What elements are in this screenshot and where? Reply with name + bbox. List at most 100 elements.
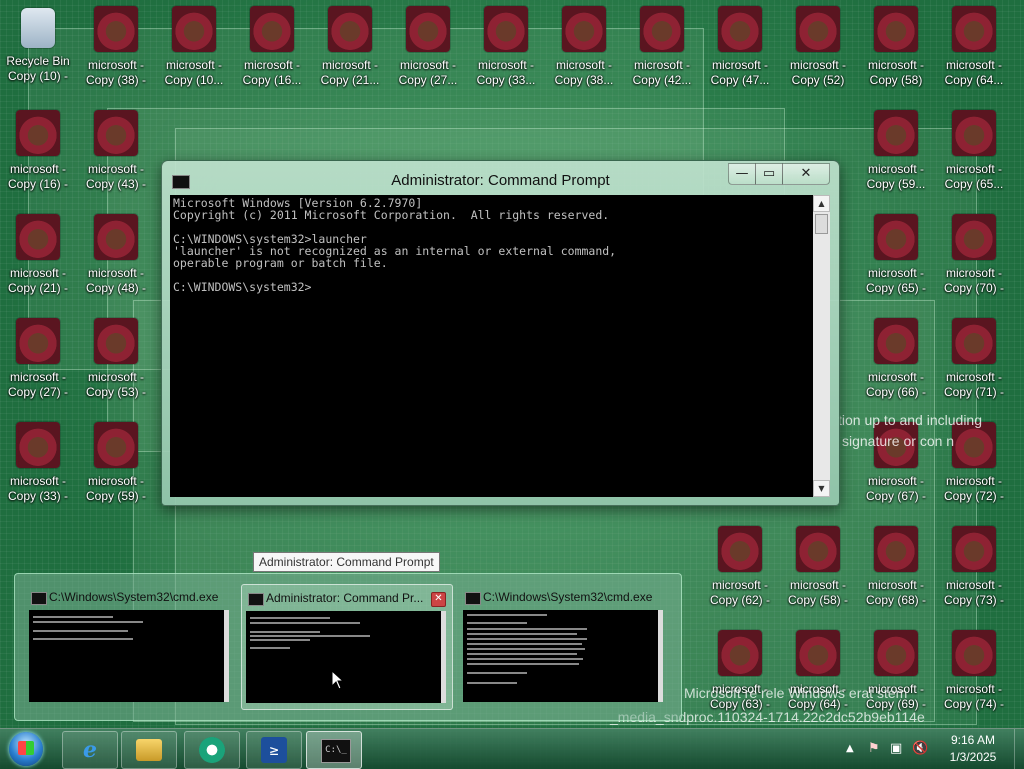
network-icon[interactable]: ▣	[890, 741, 902, 756]
desktop-file-icon[interactable]: microsoft - Copy (68) -	[858, 520, 934, 608]
desktop-file-icon[interactable]: microsoft - Copy (72) -	[936, 416, 1012, 504]
desktop-icon-label: microsoft -	[555, 58, 612, 72]
desktop-file-icon[interactable]: microsoft - Copy (47...	[702, 0, 778, 88]
desktop-file-icon[interactable]: microsoft - Copy (65...	[936, 104, 1012, 192]
desktop-icon-label: microsoft -	[945, 682, 1002, 696]
thumbnail-title: C:\Windows\System32\cmd.exe	[483, 590, 653, 604]
desktop-icon-label: Copy (73) -	[943, 593, 1005, 607]
file-thumbnail-icon	[874, 526, 918, 572]
desktop-icon-label: Copy (38) -	[85, 73, 147, 87]
desktop-file-icon[interactable]: microsoft - Copy (21...	[312, 0, 388, 88]
desktop-file-icon[interactable]: microsoft - Copy (58)	[858, 0, 934, 88]
desktop-file-icon[interactable]: microsoft - Copy (66) -	[858, 312, 934, 400]
desktop-file-icon[interactable]: microsoft - Copy (59) -	[78, 416, 154, 504]
desktop-file-icon[interactable]: microsoft - Copy (59...	[858, 104, 934, 192]
thumbnail-cmd-2[interactable]: C:\Windows\System32\cmd.exe	[459, 584, 669, 708]
file-thumbnail-icon	[874, 6, 918, 52]
taskbar-file-explorer[interactable]	[121, 731, 177, 769]
desktop-icon-label: Copy (16) -	[7, 177, 69, 191]
desktop-file-icon[interactable]: microsoft - Copy (27) -	[0, 312, 76, 400]
taskbar-command-prompt[interactable]: C:\_	[306, 731, 362, 769]
file-thumbnail-icon	[640, 6, 684, 52]
thumbnail-cmd-1[interactable]: C:\Windows\System32\cmd.exe	[25, 584, 235, 708]
desktop-icon-label: microsoft -	[867, 162, 924, 176]
desktop-file-icon[interactable]: microsoft - Copy (33...	[468, 0, 544, 88]
desktop-icon-label: microsoft -	[321, 58, 378, 72]
scrollbar-thumb[interactable]	[815, 214, 828, 234]
desktop-file-icon[interactable]: microsoft - Copy (16) -	[0, 104, 76, 192]
desktop-icon-label: Copy (71) -	[943, 385, 1005, 399]
desktop-file-icon[interactable]: microsoft - Copy (27...	[390, 0, 466, 88]
background-text: tion up to and including	[838, 412, 982, 428]
clock[interactable]: 9:16 AM 1/3/2025	[935, 732, 1011, 766]
file-thumbnail-icon	[562, 6, 606, 52]
scroll-down-arrow-icon[interactable]: ▼	[813, 480, 830, 497]
close-button[interactable]: ✕	[782, 163, 830, 185]
desktop-file-icon[interactable]: microsoft - Copy (10...	[156, 0, 232, 88]
desktop-icon-label: microsoft -	[9, 474, 66, 488]
recycle-bin-icon[interactable]: Recycle Bin Copy (10) -	[0, 0, 76, 84]
command-prompt-window[interactable]: Administrator: Command Prompt — ▭ ✕ Micr…	[161, 160, 840, 506]
desktop-icon-label: Copy (70) -	[943, 281, 1005, 295]
desktop-icon-label: microsoft -	[165, 58, 222, 72]
desktop-icon-label: Copy (58)	[869, 73, 923, 87]
file-thumbnail-icon	[94, 6, 138, 52]
desktop-icon-label: microsoft -	[477, 58, 534, 72]
desktop-icon-label: microsoft -	[945, 578, 1002, 592]
desktop-file-icon[interactable]: microsoft - Copy (48) -	[78, 208, 154, 296]
file-thumbnail-icon	[796, 630, 840, 676]
desktop-icon-label: Copy (64...	[944, 73, 1004, 87]
file-thumbnail-icon	[16, 318, 60, 364]
desktop-file-icon[interactable]: microsoft - Copy (38...	[546, 0, 622, 88]
desktop-file-icon[interactable]: microsoft - Copy (74) -	[936, 624, 1012, 712]
desktop-file-icon[interactable]: microsoft - Copy (42...	[624, 0, 700, 88]
action-center-icon[interactable]: ⚑	[868, 741, 880, 756]
console-output[interactable]: Microsoft Windows [Version 6.2.7970] Copy…	[170, 195, 813, 497]
desktop-icon-label: microsoft -	[87, 370, 144, 384]
taskbar-browser[interactable]	[184, 731, 240, 769]
desktop-file-icon[interactable]: microsoft - Copy (67) -	[858, 416, 934, 504]
desktop-file-icon[interactable]: microsoft - Copy (70) -	[936, 208, 1012, 296]
desktop-file-icon[interactable]: microsoft - Copy (38) -	[78, 0, 154, 88]
desktop-file-icon[interactable]: microsoft - Copy (58) -	[780, 520, 856, 608]
show-hidden-icons-button[interactable]: ▲	[846, 743, 854, 754]
scroll-up-arrow-icon[interactable]: ▲	[813, 195, 830, 212]
file-thumbnail-icon	[952, 422, 996, 468]
thumbnail-close-button[interactable]: ✕	[431, 592, 446, 607]
vertical-scrollbar[interactable]: ▲ ▼	[813, 195, 830, 497]
thumbnail-admin-cmd[interactable]: Administrator: Command Pr... ✕	[241, 584, 453, 710]
desktop-icon-label: Copy (59) -	[85, 489, 147, 503]
maximize-button[interactable]: ▭	[755, 163, 783, 185]
desktop-icon-label: microsoft -	[711, 578, 768, 592]
desktop-icon-label: microsoft -	[9, 370, 66, 384]
file-thumbnail-icon	[16, 422, 60, 468]
desktop-icon-label: Copy (42...	[632, 73, 692, 87]
desktop-file-icon[interactable]: microsoft - Copy (71) -	[936, 312, 1012, 400]
desktop-file-icon[interactable]: microsoft - Copy (53) -	[78, 312, 154, 400]
file-thumbnail-icon	[406, 6, 450, 52]
desktop-file-icon[interactable]: microsoft - Copy (73) -	[936, 520, 1012, 608]
desktop-file-icon[interactable]: microsoft - Copy (65) -	[858, 208, 934, 296]
desktop-icon-label: microsoft -	[945, 370, 1002, 384]
desktop-file-icon[interactable]: microsoft - Copy (43) -	[78, 104, 154, 192]
taskbar-powershell[interactable]: ≥	[246, 731, 302, 769]
desktop-icon-label: Copy (21...	[320, 73, 380, 87]
minimize-button[interactable]: —	[728, 163, 756, 185]
desktop-file-icon[interactable]: microsoft - Copy (16...	[234, 0, 310, 88]
file-thumbnail-icon	[16, 110, 60, 156]
start-button[interactable]	[3, 730, 51, 768]
show-desktop-button[interactable]	[1014, 729, 1024, 769]
desktop-file-icon[interactable]: microsoft - Copy (33) -	[0, 416, 76, 504]
desktop-icon-label: microsoft -	[87, 266, 144, 280]
cmd-icon	[31, 592, 47, 605]
desktop-icon-label: Copy (72) -	[943, 489, 1005, 503]
title-bar[interactable]: Administrator: Command Prompt — ▭ ✕	[162, 161, 839, 195]
desktop-icon-label: Copy (38...	[554, 73, 614, 87]
taskbar-internet-explorer[interactable]: e	[62, 731, 118, 769]
desktop-file-icon[interactable]: microsoft - Copy (52)	[780, 0, 856, 88]
desktop-file-icon[interactable]: microsoft - Copy (64...	[936, 0, 1012, 88]
volume-muted-icon[interactable]: 🔇	[912, 741, 928, 756]
file-thumbnail-icon	[952, 214, 996, 260]
desktop-file-icon[interactable]: microsoft - Copy (21) -	[0, 208, 76, 296]
desktop-file-icon[interactable]: microsoft - Copy (62) -	[702, 520, 778, 608]
